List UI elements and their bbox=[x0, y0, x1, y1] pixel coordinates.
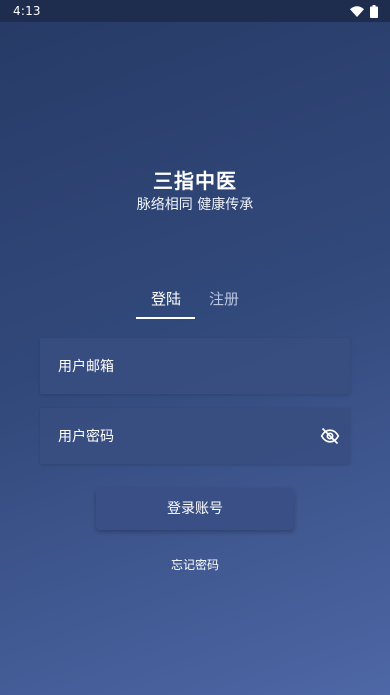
active-tab-indicator bbox=[136, 317, 195, 319]
email-input[interactable] bbox=[56, 338, 320, 396]
auth-tabs: 登陆 注册 bbox=[0, 288, 390, 322]
app-title: 三指中医 bbox=[153, 169, 237, 193]
status-bar: 4:13 bbox=[0, 0, 390, 22]
app-subtitle: 脉络相同 健康传承 bbox=[136, 197, 254, 213]
wifi-icon bbox=[350, 6, 364, 17]
eye-off-icon[interactable] bbox=[320, 426, 340, 446]
status-icons bbox=[350, 5, 378, 18]
tab-login[interactable]: 登陆 bbox=[136, 288, 196, 320]
email-field bbox=[40, 338, 350, 396]
password-field bbox=[40, 408, 350, 466]
battery-icon bbox=[370, 5, 378, 18]
tab-register[interactable]: 注册 bbox=[194, 288, 254, 320]
status-time: 4:13 bbox=[13, 4, 41, 18]
forgot-password-link[interactable]: 忘记密码 bbox=[0, 556, 390, 573]
password-input[interactable] bbox=[56, 408, 320, 466]
login-button[interactable]: 登录账号 bbox=[96, 488, 294, 530]
